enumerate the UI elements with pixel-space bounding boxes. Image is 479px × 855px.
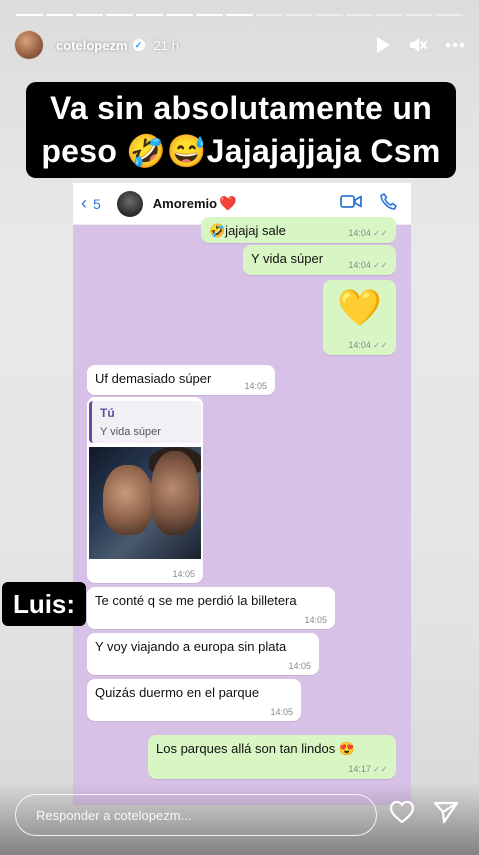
message-text: Y voy viajando a europa sin plata <box>95 639 287 654</box>
message-bubble: Y voy viajando a europa sin plata 14:05 <box>87 633 319 675</box>
time-ago: 21 h <box>153 37 179 53</box>
contact-emoji: ❤️ <box>219 195 237 211</box>
message-bubble: Quizás duermo en el parque 14:05 <box>87 679 301 721</box>
message-bubble: 💛 14:04 ✓✓ <box>323 280 396 355</box>
message-time: 14:04 <box>348 340 371 350</box>
back-chevron-icon: ‹ <box>81 193 87 213</box>
message-text: 🤣jajajaj sale <box>209 223 286 238</box>
message-time: 14:05 <box>288 661 311 671</box>
video-call-icon <box>340 194 362 214</box>
profile-avatar[interactable] <box>14 30 44 60</box>
play-icon[interactable] <box>375 36 391 54</box>
more-icon[interactable] <box>445 42 465 48</box>
progress-segment <box>16 14 43 16</box>
username[interactable]: cotelopezm <box>56 38 128 53</box>
progress-segment <box>76 14 103 16</box>
caption-line: Va sin absolutamente un <box>49 90 433 126</box>
progress-segment <box>286 14 313 16</box>
story-caption: Va sin absolutamente un peso 🤣😅Jajajajja… <box>26 82 456 178</box>
back-count: 5 <box>93 195 101 212</box>
person-face <box>151 451 199 535</box>
story-progress <box>16 14 463 17</box>
message-time: 14:04 <box>348 228 371 238</box>
progress-segment <box>136 14 163 16</box>
progress-segment <box>256 14 283 16</box>
message-bubble: Tú Y vida súper 14:05 <box>87 397 203 583</box>
message-time: 14:17 <box>348 764 371 774</box>
message-bubble: Los parques allá son tan lindos 😍 14:17 ✓… <box>148 735 396 779</box>
message-bubble: Te conté q se me perdió la billetera 14:… <box>87 587 335 629</box>
contact-avatar <box>116 190 143 217</box>
reply-text: Y vida súper <box>100 426 161 438</box>
progress-segment <box>346 14 373 16</box>
message-text: Uf demasiado súper <box>95 371 212 386</box>
progress-segment <box>406 14 433 16</box>
read-ticks-icon: ✓✓ <box>372 764 388 774</box>
message-time: 14:05 <box>270 707 293 717</box>
message-bubble: 🤣jajajaj sale 14:04 ✓✓ <box>201 217 396 243</box>
message-text: Quizás duermo en el parque <box>95 685 260 700</box>
message-bubble: Uf demasiado súper 14:05 <box>87 365 275 395</box>
read-ticks-icon: ✓✓ <box>372 340 388 350</box>
heart-icon[interactable] <box>389 800 415 829</box>
phone-icon <box>380 192 397 215</box>
quoted-reply: Tú Y vida súper <box>89 401 201 443</box>
caption-line: peso 🤣😅Jajajajjaja Csm <box>41 133 441 169</box>
message-text: Y vida súper <box>251 251 324 266</box>
mute-icon[interactable] <box>409 37 427 53</box>
send-icon[interactable] <box>433 800 459 829</box>
yellow-heart-emoji: 💛 <box>337 287 382 328</box>
person-face <box>103 465 153 535</box>
story-header: cotelopezm ✓ 21 h <box>14 30 465 60</box>
read-ticks-icon: ✓✓ <box>372 228 388 238</box>
contact-name: Amoremio <box>152 196 218 211</box>
progress-segment <box>316 14 343 16</box>
message-time: 14:05 <box>172 569 195 579</box>
progress-segment <box>436 14 463 16</box>
progress-segment <box>226 14 253 16</box>
bottom-actions <box>389 800 459 829</box>
reply-author: Tú <box>100 406 115 420</box>
progress-segment <box>106 14 133 16</box>
message-time: 14:05 <box>244 381 267 391</box>
story-frame: cotelopezm ✓ 21 h Va sin absolutamente u… <box>0 0 479 855</box>
progress-segment <box>196 14 223 16</box>
read-ticks-icon: ✓✓ <box>372 260 388 270</box>
progress-segment <box>376 14 403 16</box>
message-text: Te conté q se me perdió la billetera <box>95 593 297 608</box>
photo-image <box>89 447 201 559</box>
message-list: 🤣jajajaj sale 14:04 ✓✓ Y vida súper 14:04… <box>73 217 411 805</box>
progress-segment <box>46 14 73 16</box>
progress-segment <box>166 14 193 16</box>
message-text: Los parques allá son tan lindos 😍 <box>156 741 356 756</box>
chat-screenshot: ‹ 5 Amoremio ❤️ 🤣jajajaj sale 14:04 ✓✓ Y… <box>73 183 411 805</box>
message-time: 14:04 <box>348 260 371 270</box>
verified-badge-icon: ✓ <box>132 39 145 51</box>
reply-input[interactable] <box>15 794 377 836</box>
luis-label: Luis: <box>2 582 86 626</box>
message-time: 14:05 <box>304 615 327 625</box>
message-bubble: Y vida súper 14:04 ✓✓ <box>243 245 396 275</box>
